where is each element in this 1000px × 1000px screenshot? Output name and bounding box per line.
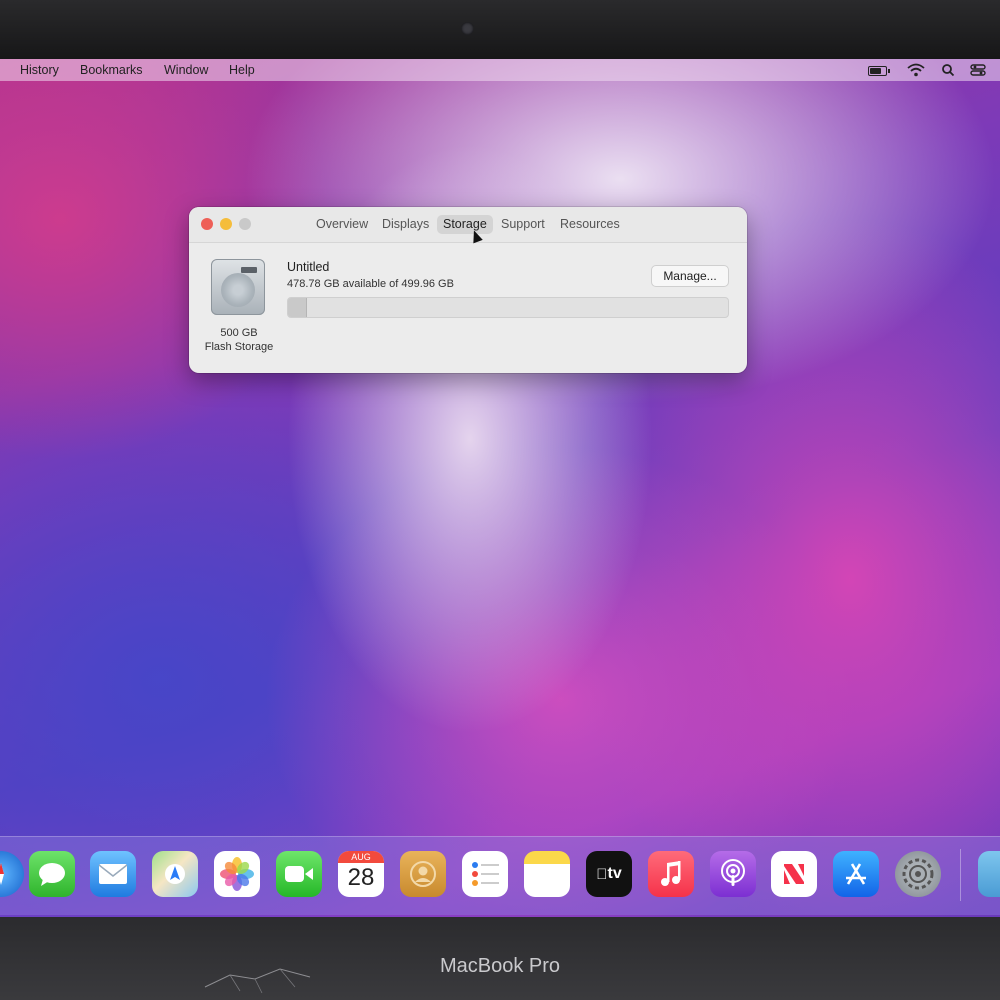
reminders-icon[interactable] bbox=[462, 851, 508, 897]
dock: AUG 28 tv bbox=[0, 836, 1000, 915]
podcasts-icon[interactable] bbox=[710, 851, 756, 897]
drive-size-label: 500 GB bbox=[220, 327, 258, 339]
calendar-day: 28 bbox=[347, 864, 375, 891]
maps-icon[interactable] bbox=[152, 851, 198, 897]
tab-displays[interactable]: Displays bbox=[376, 215, 435, 234]
photos-icon[interactable] bbox=[214, 851, 260, 897]
calendar-month: AUG bbox=[338, 851, 384, 863]
tab-support[interactable]: Support bbox=[495, 215, 551, 234]
volume-availability: 478.78 GB available of 499.96 GB bbox=[287, 278, 454, 290]
manage-button[interactable]: Manage... bbox=[651, 265, 729, 287]
close-button[interactable] bbox=[201, 218, 213, 230]
tv-icon[interactable]: tv bbox=[586, 851, 632, 897]
control-center-icon[interactable] bbox=[970, 62, 986, 78]
zoom-button[interactable] bbox=[239, 218, 251, 230]
menu-bar: History Bookmarks Window Help bbox=[0, 59, 1000, 81]
menu-history[interactable]: History bbox=[20, 63, 59, 77]
safari-icon[interactable] bbox=[0, 851, 24, 897]
volume-name: Untitled bbox=[287, 260, 330, 274]
tab-resources[interactable]: Resources bbox=[554, 215, 626, 234]
notes-icon[interactable] bbox=[524, 851, 570, 897]
drive-type-label: Flash Storage bbox=[204, 341, 274, 353]
storage-usage-bar bbox=[287, 297, 729, 318]
camera-icon bbox=[461, 22, 474, 35]
news-icon[interactable] bbox=[771, 851, 817, 897]
messages-icon[interactable] bbox=[29, 851, 75, 897]
system-preferences-icon[interactable] bbox=[895, 851, 941, 897]
menu-window[interactable]: Window bbox=[164, 63, 208, 77]
storage-usage-fill bbox=[288, 298, 308, 317]
window-titlebar: Overview Displays Storage Support Resour… bbox=[189, 207, 747, 244]
tab-overview[interactable]: Overview bbox=[310, 215, 374, 234]
app-store-icon[interactable] bbox=[833, 851, 879, 897]
tab-storage[interactable]: Storage bbox=[437, 215, 493, 234]
macbook-pro-logo: MacBook Pro bbox=[439, 955, 561, 977]
folder-icon[interactable] bbox=[978, 851, 1000, 897]
top-bezel bbox=[0, 0, 1000, 60]
menu-help[interactable]: Help bbox=[229, 63, 255, 77]
contacts-icon[interactable] bbox=[400, 851, 446, 897]
facetime-icon[interactable] bbox=[276, 851, 322, 897]
music-icon[interactable] bbox=[648, 851, 694, 897]
system-info-window: Overview Displays Storage Support Resour… bbox=[189, 207, 747, 373]
menu-bookmarks[interactable]: Bookmarks bbox=[80, 63, 143, 77]
desktop: History Bookmarks Window Help Overview D… bbox=[0, 59, 1000, 917]
minimize-button[interactable] bbox=[220, 218, 232, 230]
search-icon[interactable] bbox=[941, 62, 955, 78]
calendar-icon[interactable]: AUG 28 bbox=[338, 851, 384, 897]
wifi-icon[interactable] bbox=[907, 62, 925, 78]
dock-separator bbox=[960, 849, 961, 901]
tv-label: tv bbox=[601, 865, 622, 882]
hard-drive-icon bbox=[211, 259, 265, 315]
mail-icon[interactable] bbox=[90, 851, 136, 897]
